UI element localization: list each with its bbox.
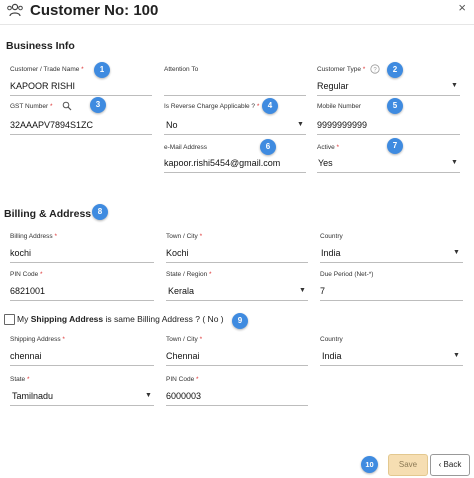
shipping-address-label: Shipping Address * [10, 336, 65, 343]
shipping-state-label: State * [10, 376, 30, 383]
chevron-down-icon[interactable]: ▼ [145, 392, 152, 399]
customer-type-underline [317, 95, 460, 96]
step-badge: 2 [387, 62, 403, 78]
shipping-country-select[interactable]: India [322, 351, 342, 361]
search-icon[interactable] [62, 101, 72, 111]
shipping-country-underline [320, 365, 463, 366]
billing-town-input[interactable]: Kochi [166, 248, 189, 258]
customer-name-underline [10, 95, 152, 96]
email-input[interactable]: kapoor.rishi5454@gmail.com [164, 158, 280, 168]
billing-state-underline [166, 300, 308, 301]
billing-state-label: State / Region * [166, 271, 212, 278]
step-badge: 5 [387, 98, 403, 114]
step-badge: 1 [94, 62, 110, 78]
billing-address-label: Billing Address * [10, 233, 57, 240]
shipping-country-label: Country [320, 336, 343, 343]
chevron-down-icon[interactable]: ▼ [453, 352, 460, 359]
billing-address-input[interactable]: kochi [10, 248, 31, 258]
billing-country-underline [320, 262, 463, 263]
billing-pin-label: PIN Code * [10, 271, 43, 278]
active-select[interactable]: Yes [318, 158, 333, 168]
section-business-info: Business Info [6, 40, 75, 52]
step-badge: 4 [262, 98, 278, 114]
due-period-label: Due Period (Net-*) [320, 271, 374, 278]
mobile-underline [317, 134, 460, 135]
customer-name-input[interactable]: KAPOOR RISHI [10, 81, 75, 91]
chevron-down-icon[interactable]: ▼ [451, 82, 458, 89]
shipping-state-select[interactable]: Tamilnadu [12, 391, 53, 401]
customer-type-select[interactable]: Regular [317, 81, 349, 91]
step-badge: 10 [361, 456, 378, 473]
billing-address-underline [10, 262, 154, 263]
reverse-charge-label: Is Reverse Charge Applicable ? * [164, 103, 260, 110]
shipping-address-underline [10, 365, 154, 366]
mobile-label: Mobile Number [317, 103, 362, 110]
step-badge: 8 [92, 204, 108, 220]
step-badge: 3 [90, 97, 106, 113]
page-title: Customer No: 100 [30, 2, 159, 19]
save-button[interactable]: Save [388, 454, 428, 476]
due-period-underline [320, 300, 463, 301]
mobile-input[interactable]: 9999999999 [317, 120, 367, 130]
same-address-label[interactable]: My Shipping Address is same Billing Addr… [17, 314, 224, 324]
attention-to-underline [164, 95, 306, 96]
shipping-pin-input[interactable]: 6000003 [166, 391, 201, 401]
active-underline [317, 172, 460, 173]
same-address-checkbox[interactable] [4, 314, 15, 325]
billing-town-label: Town / City * [166, 233, 203, 240]
chevron-down-icon[interactable]: ▼ [451, 159, 458, 166]
email-underline [164, 172, 306, 173]
shipping-pin-label: PIN Code * [166, 376, 199, 383]
shipping-address-input[interactable]: chennai [10, 351, 42, 361]
step-badge: 9 [232, 313, 248, 329]
customer-name-label: Customer / Trade Name * [10, 66, 84, 73]
billing-pin-input[interactable]: 6821001 [10, 286, 45, 296]
due-period-input[interactable]: 7 [320, 286, 325, 296]
chevron-down-icon[interactable]: ▼ [297, 121, 304, 128]
chevron-down-icon[interactable]: ▼ [453, 249, 460, 256]
active-label: Active * [317, 144, 340, 151]
shipping-town-underline [166, 365, 308, 366]
shipping-pin-underline [166, 405, 308, 406]
billing-country-label: Country [320, 233, 343, 240]
billing-state-select[interactable]: Kerala [168, 286, 194, 296]
email-label: e-Mail Address [164, 144, 207, 151]
customer-type-label: Customer Type * [317, 66, 366, 73]
close-icon[interactable]: × [458, 0, 466, 15]
chevron-down-icon[interactable]: ▼ [299, 287, 306, 294]
chevron-left-icon: ‹ [438, 460, 442, 469]
step-badge: 6 [260, 139, 276, 155]
step-badge: 7 [387, 138, 403, 154]
gst-number-input[interactable]: 32AAAPV7894S1ZC [10, 120, 93, 130]
shipping-state-underline [10, 405, 154, 406]
gst-number-label: GST Number * [10, 103, 53, 110]
billing-town-underline [166, 262, 308, 263]
section-billing-address: Billing & Address [4, 208, 92, 220]
billing-pin-underline [10, 300, 154, 301]
billing-country-select[interactable]: India [321, 248, 341, 258]
shipping-town-label: Town / City * [166, 336, 203, 343]
back-button[interactable]: ‹ Back [430, 454, 470, 476]
gst-number-underline [10, 134, 152, 135]
attention-to-label: Attention To [164, 66, 199, 73]
attention-to-input[interactable] [164, 81, 304, 93]
help-icon[interactable]: ? [370, 64, 380, 74]
customers-icon [7, 3, 23, 17]
shipping-town-input[interactable]: Chennai [166, 351, 200, 361]
reverse-charge-underline [164, 134, 306, 135]
reverse-charge-select[interactable]: No [166, 120, 178, 130]
